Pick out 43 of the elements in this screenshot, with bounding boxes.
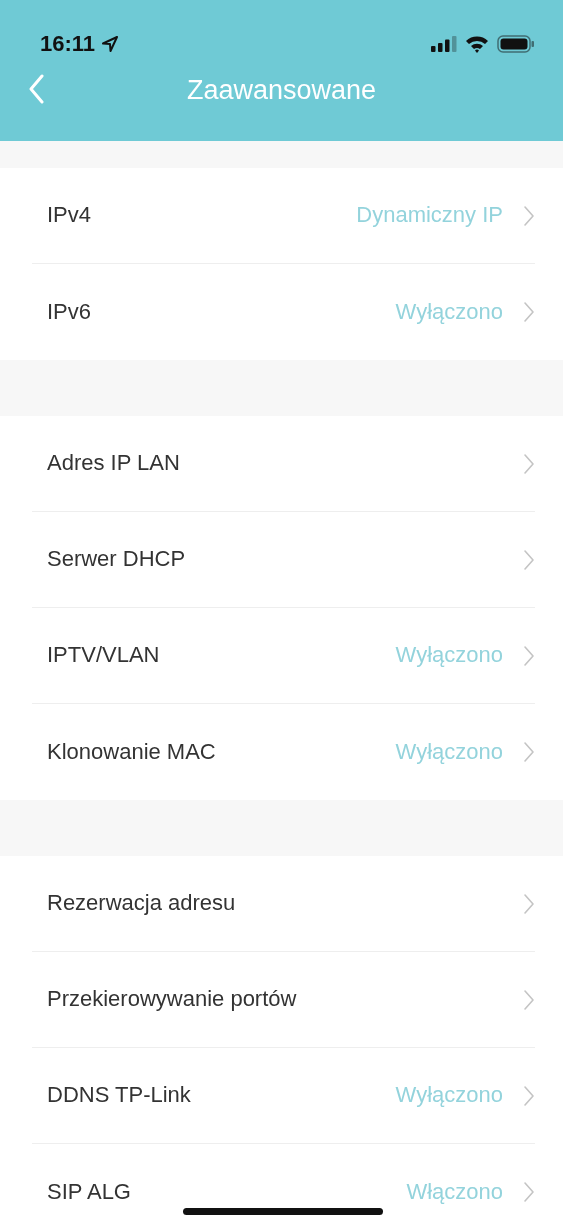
row-label: SIP ALG bbox=[47, 1179, 131, 1205]
settings-row[interactable]: Przekierowywanie portów bbox=[32, 952, 535, 1048]
screen-title: Zaawansowane bbox=[186, 74, 377, 106]
row-value: Włączono bbox=[406, 1179, 503, 1205]
chevron-right-icon bbox=[523, 892, 535, 915]
row-label: Serwer DHCP bbox=[47, 547, 186, 572]
settings-row[interactable]: DDNS TP-Link Wyłączono bbox=[32, 1048, 535, 1144]
row-label: IPv6 bbox=[47, 299, 92, 325]
chevron-right-icon bbox=[523, 204, 535, 227]
row-label: IPv4 bbox=[47, 203, 92, 228]
status-time: 16:11 bbox=[40, 31, 96, 57]
settings-row[interactable]: IPv6 Wyłączono bbox=[32, 264, 535, 360]
row-value: Wyłączono bbox=[395, 643, 503, 668]
back-button[interactable] bbox=[28, 74, 44, 104]
settings-row[interactable]: Serwer DHCP bbox=[32, 512, 535, 608]
row-label: Klonowanie MAC bbox=[47, 739, 216, 765]
row-label: IPTV/VLAN bbox=[47, 643, 160, 668]
row-value: Dynamiczny IP bbox=[356, 203, 503, 228]
row-value: Wyłączono bbox=[395, 739, 503, 765]
settings-row[interactable]: Klonowanie MAC Wyłączono bbox=[32, 704, 535, 800]
wifi-icon bbox=[465, 35, 489, 53]
settings-row[interactable]: SIP ALG Włączono bbox=[32, 1144, 535, 1218]
chevron-right-icon bbox=[523, 988, 535, 1011]
chevron-right-icon bbox=[523, 301, 535, 323]
chevron-right-icon bbox=[523, 452, 535, 475]
settings-row[interactable]: Rezerwacja adresu bbox=[32, 856, 535, 952]
settings-row[interactable]: IPTV/VLAN Wyłączono bbox=[32, 608, 535, 704]
chevron-right-icon bbox=[523, 741, 535, 763]
row-label: Przekierowywanie portów bbox=[47, 987, 297, 1012]
row-value: Wyłączono bbox=[395, 1083, 503, 1108]
chevron-right-icon bbox=[523, 1181, 535, 1203]
settings-row[interactable]: IPv4 Dynamiczny IP bbox=[32, 168, 535, 264]
location-arrow-icon bbox=[101, 35, 120, 53]
chevron-right-icon bbox=[523, 1084, 535, 1107]
chevron-right-icon bbox=[523, 548, 535, 571]
battery-icon bbox=[497, 35, 535, 53]
signal-icon bbox=[431, 36, 457, 52]
settings-row[interactable]: Adres IP LAN bbox=[32, 416, 535, 512]
row-label: DDNS TP-Link bbox=[47, 1083, 191, 1108]
chevron-right-icon bbox=[523, 644, 535, 667]
row-label: Rezerwacja adresu bbox=[47, 891, 236, 916]
row-label: Adres IP LAN bbox=[47, 451, 180, 476]
row-value: Wyłączono bbox=[395, 299, 503, 325]
